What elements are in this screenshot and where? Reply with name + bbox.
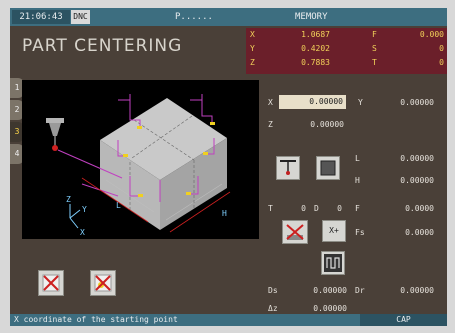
wave-icon	[324, 254, 342, 272]
red-x-icon	[42, 274, 60, 292]
param-value-s: 0	[439, 44, 444, 53]
status-bar: 21:06:43 DNC P...... MEMORY	[10, 8, 447, 26]
dr-value-field[interactable]: 0.00000	[382, 286, 434, 295]
axis-gizmo	[69, 204, 81, 229]
fs-value-field[interactable]: 0.0000	[382, 228, 434, 237]
axis-label-z: Z	[250, 58, 255, 67]
clock: 21:06:43	[12, 10, 70, 24]
d-label: D	[314, 204, 319, 213]
centering-graphic: L H Z Y X	[22, 80, 259, 239]
red-x-probe-icon	[94, 274, 112, 292]
y-value-field[interactable]: 0.00000	[382, 98, 434, 107]
square-icon	[320, 160, 336, 176]
cancel-button[interactable]	[38, 270, 64, 296]
dimension-l-label: L	[116, 201, 121, 210]
param-value-f: 0.000	[419, 30, 444, 39]
message-bar: X coordinate of the starting point CAP	[10, 314, 447, 326]
ds-label: Ds	[268, 286, 278, 295]
ds-value-field[interactable]: 0.00000	[292, 286, 347, 295]
program-name: P......	[175, 12, 213, 22]
dimension-h-label: H	[222, 209, 227, 218]
x-label: X	[268, 98, 273, 107]
dnc-indicator: DNC	[71, 10, 90, 24]
f-label: F	[355, 204, 360, 213]
mode-indicator: MEMORY	[295, 12, 328, 22]
axis-label-x: X	[250, 30, 255, 39]
square-mode-button[interactable]	[316, 156, 340, 180]
l-value-field[interactable]: 0.00000	[382, 154, 434, 163]
wave-mode-button[interactable]	[321, 251, 345, 275]
cnc-screen: 21:06:43 DNC P...... MEMORY PART CENTERI…	[10, 8, 447, 326]
h-label: H	[355, 176, 360, 185]
axis-y-label: Y	[82, 205, 87, 214]
axis-label-y: Y	[250, 44, 255, 53]
z-value-field[interactable]: 0.00000	[292, 120, 344, 129]
h-value-field[interactable]: 0.00000	[382, 176, 434, 185]
axis-z-label: Z	[66, 195, 71, 204]
cancel-probe-icon	[286, 224, 304, 240]
fs-label: Fs	[355, 228, 365, 237]
position-display: X 1.0687 F 0.000 Y 0.4202 S 0 Z 0.7883 T…	[246, 28, 447, 74]
part-cube-illustration: L H Z Y X	[46, 94, 231, 237]
status-message: X coordinate of the starting point	[14, 315, 178, 324]
x-value-field[interactable]: 0.00000	[279, 95, 346, 109]
axis-value-z: 0.7883	[301, 58, 330, 67]
f-value-field[interactable]: 0.0000	[382, 204, 434, 213]
t-value-field[interactable]: 0	[292, 204, 306, 213]
probe-down-button[interactable]	[276, 156, 300, 180]
caps-indicator: CAP	[360, 314, 447, 326]
axis-value-y: 0.4202	[301, 44, 330, 53]
param-value-t: 0	[439, 58, 444, 67]
d-value-field[interactable]: 0	[328, 204, 342, 213]
y-label: Y	[358, 98, 363, 107]
x-plus-button[interactable]: X+	[322, 220, 346, 242]
dz-value-field[interactable]: 0.00000	[292, 304, 347, 313]
z-label: Z	[268, 120, 273, 129]
dr-label: Dr	[355, 286, 365, 295]
probe-down-icon	[280, 160, 296, 175]
t-label: T	[268, 204, 273, 213]
param-label-s: S	[372, 44, 377, 53]
axis-x-label: X	[80, 228, 85, 237]
l-label: L	[355, 154, 360, 163]
param-label-f: F	[372, 30, 377, 39]
axis-value-x: 1.0687	[301, 30, 330, 39]
page-title: PART CENTERING	[22, 36, 183, 56]
cancel-probe-alt-button[interactable]	[90, 270, 116, 296]
param-label-t: T	[372, 58, 377, 67]
dz-label: Δz	[268, 304, 278, 313]
probe-cancel-button[interactable]	[282, 220, 308, 244]
